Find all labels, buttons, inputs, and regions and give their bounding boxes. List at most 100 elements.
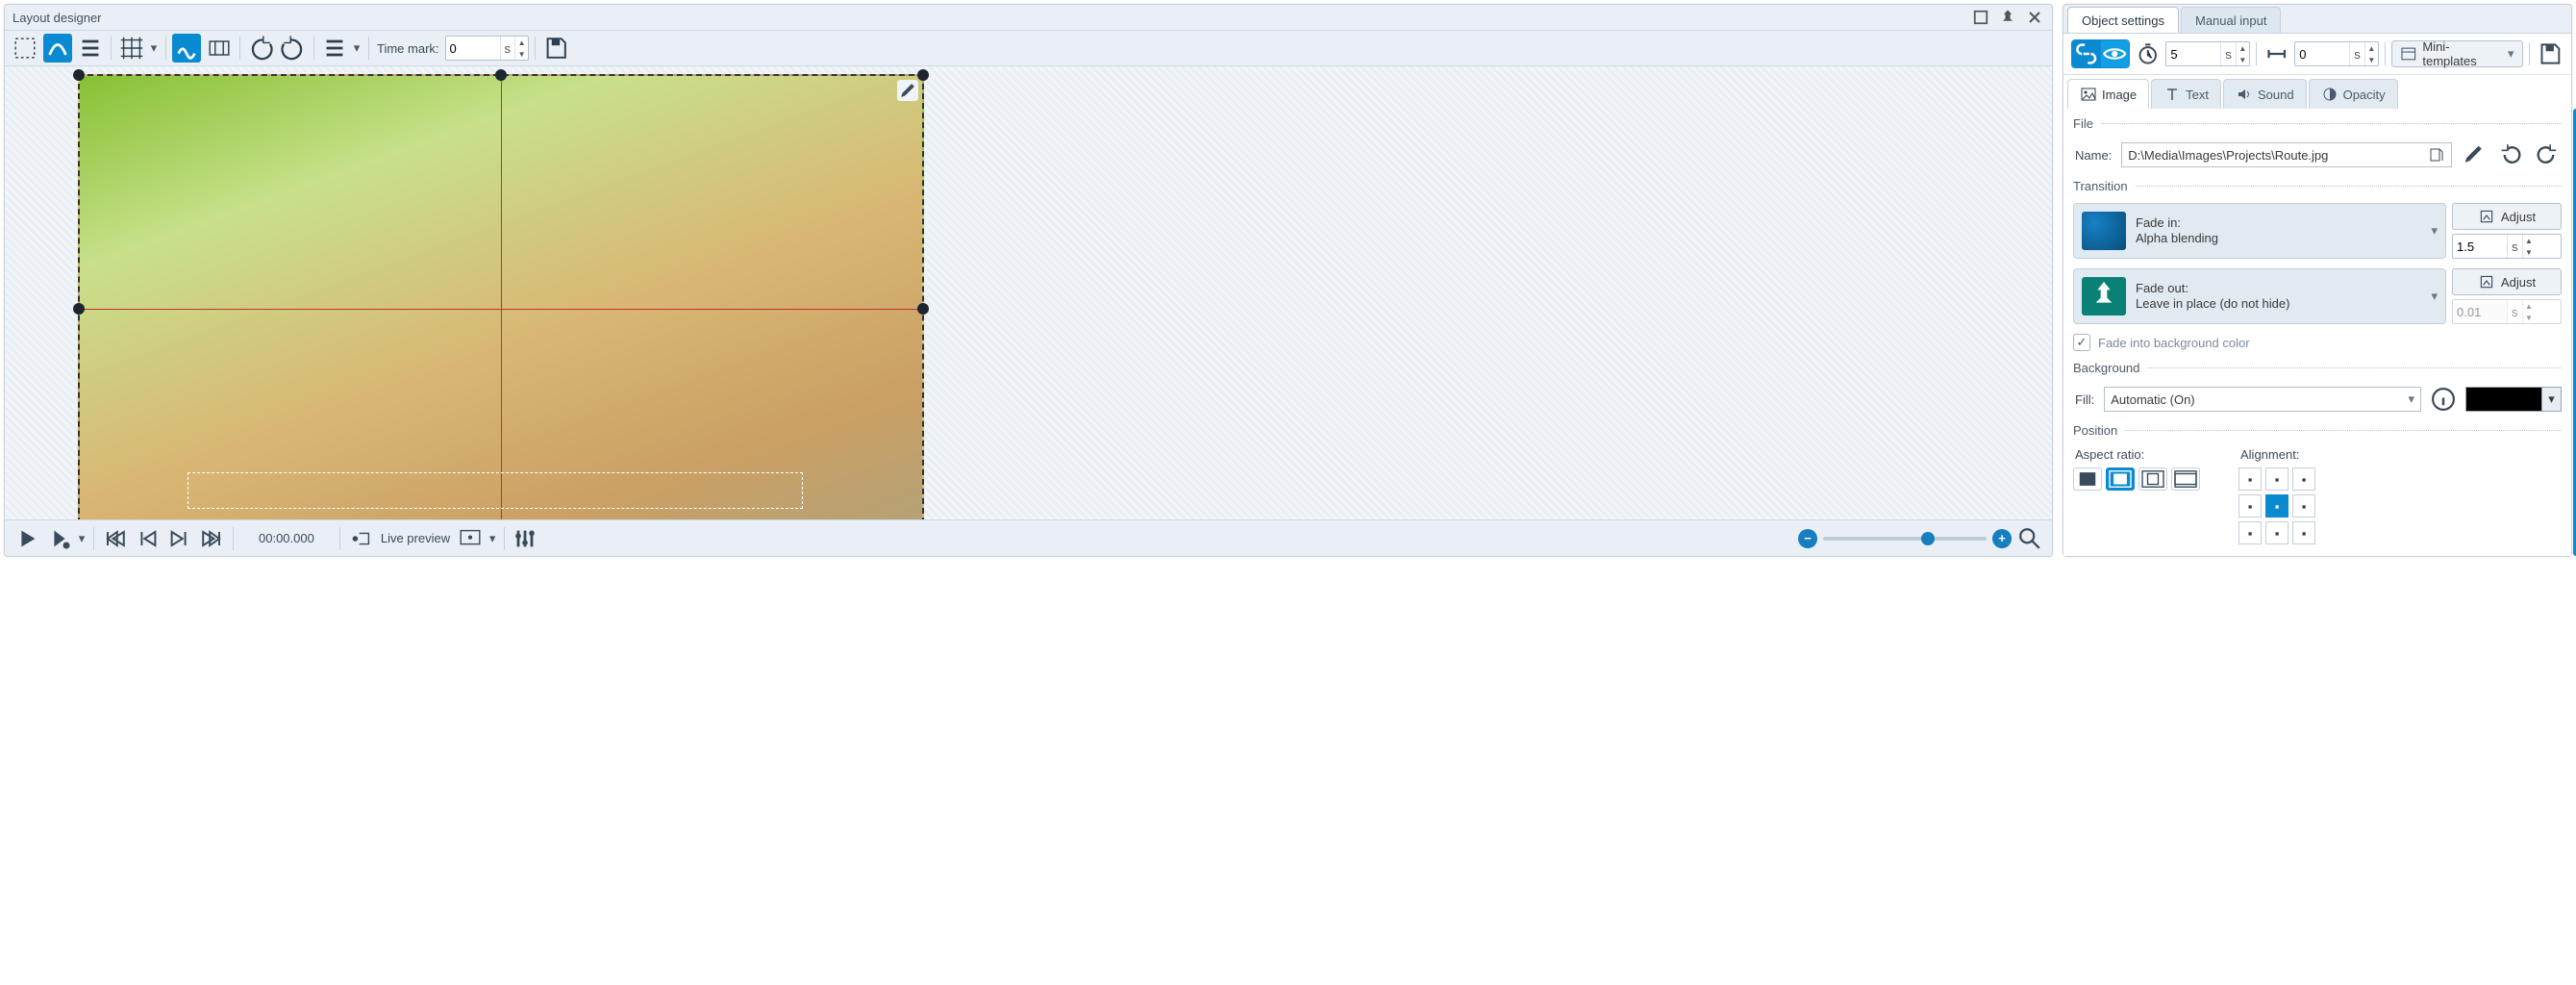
fill-select[interactable]: Automatic (On) ▾ [2104, 387, 2421, 412]
duration-field[interactable] [2166, 45, 2220, 63]
resize-handle[interactable] [917, 69, 929, 81]
align-tr[interactable]: ▪ [2292, 467, 2315, 491]
time-mark-field[interactable] [446, 39, 500, 58]
rotate-left-button[interactable] [246, 34, 275, 63]
save-button[interactable] [541, 34, 570, 63]
grid-dropdown[interactable]: ▾ [148, 40, 160, 56]
play-options-dropdown[interactable]: ▾ [76, 531, 88, 546]
spin-down-icon[interactable]: ▼ [515, 48, 528, 60]
play-from-button[interactable] [45, 524, 74, 553]
edit-object-icon[interactable] [897, 80, 918, 101]
preview-window-button[interactable] [456, 524, 485, 553]
preview-dropdown[interactable]: ▾ [487, 531, 498, 546]
rotate-right-button[interactable] [279, 34, 308, 63]
frame-button[interactable] [205, 34, 234, 63]
fade-bg-checkbox[interactable]: ✓ [2073, 334, 2090, 351]
resize-handle[interactable] [73, 69, 85, 81]
fade-out-duration[interactable]: s ▲▼ [2452, 299, 2562, 324]
snap-button[interactable] [172, 34, 201, 63]
tab-opacity[interactable]: Opacity [2309, 79, 2398, 109]
zoom-fit-button[interactable] [2015, 524, 2044, 553]
fade-in-select[interactable]: Fade in: Alpha blending ▾ [2073, 203, 2446, 259]
spin-down-icon[interactable]: ▼ [2237, 54, 2249, 65]
fill-info-button[interactable] [2429, 385, 2458, 414]
resize-handle[interactable] [73, 303, 85, 315]
fade-out-adjust-button[interactable]: Adjust [2452, 268, 2562, 295]
align-center[interactable]: ▪ [2265, 494, 2288, 518]
spin-down-icon[interactable]: ▼ [2523, 246, 2536, 258]
fade-out-select[interactable]: Fade out: Leave in place (do not hide) ▾ [2073, 268, 2446, 324]
link-visibility-toggle[interactable] [2071, 39, 2130, 68]
bg-color-picker[interactable]: ▾ [2465, 387, 2562, 412]
spin-up-icon[interactable]: ▲ [2523, 235, 2536, 246]
duration-input[interactable]: s ▲▼ [2165, 41, 2250, 66]
align-tc[interactable]: ▪ [2265, 467, 2288, 491]
zoom-out-button[interactable]: − [1798, 529, 1817, 548]
aspect-fit[interactable] [2138, 467, 2167, 491]
aspect-keep[interactable] [2073, 467, 2102, 491]
resize-handle[interactable] [495, 69, 507, 81]
live-preview-icon[interactable] [346, 524, 375, 553]
edit-file-button[interactable] [2460, 140, 2488, 169]
align-br[interactable]: ▪ [2292, 521, 2315, 544]
fade-in-adjust-button[interactable]: Adjust [2452, 203, 2562, 230]
section-position: Position [2073, 423, 2117, 438]
aspect-stretch[interactable] [2171, 467, 2200, 491]
list-tool-button[interactable] [76, 34, 105, 63]
spin-up-icon[interactable]: ▲ [2365, 42, 2378, 54]
tab-manual-input[interactable]: Manual input [2181, 7, 2281, 34]
layout-canvas[interactable] [5, 66, 2052, 519]
path-tool-button[interactable] [43, 34, 72, 63]
save-settings-button[interactable] [2536, 39, 2563, 68]
step-back-button[interactable] [133, 524, 162, 553]
aspect-crop[interactable] [2106, 467, 2135, 491]
stacking-dropdown[interactable]: ▾ [351, 40, 363, 56]
name-input[interactable]: D:\Media\Images\Projects\Route.jpg [2121, 142, 2452, 167]
chevron-down-icon[interactable]: ▾ [2542, 387, 2562, 412]
grid-button[interactable] [117, 34, 146, 63]
play-button[interactable] [13, 524, 41, 553]
resize-handle[interactable] [917, 303, 929, 315]
eye-icon[interactable] [2100, 40, 2128, 67]
align-ml[interactable]: ▪ [2238, 494, 2262, 518]
playhead-time: 00:00.000 [239, 531, 334, 545]
fade-in-field[interactable] [2453, 238, 2507, 256]
tab-image[interactable]: Image [2067, 79, 2149, 109]
tab-object-settings[interactable]: Object settings [2067, 7, 2179, 34]
link-icon[interactable] [2072, 40, 2100, 67]
spin-up-icon[interactable]: ▲ [2237, 42, 2249, 54]
zoom-slider[interactable] [1823, 537, 1987, 541]
adjust-icon [2478, 208, 2495, 225]
align-bc[interactable]: ▪ [2265, 521, 2288, 544]
skip-start-button[interactable] [100, 524, 129, 553]
spin-up-icon[interactable]: ▲ [515, 37, 528, 48]
align-mr[interactable]: ▪ [2292, 494, 2315, 518]
rotate-ccw-button[interactable] [2496, 140, 2525, 169]
equalizer-button[interactable] [511, 524, 539, 553]
skip-end-button[interactable] [198, 524, 227, 553]
time-mark-input[interactable]: s ▲▼ [445, 36, 530, 61]
fade-in-duration[interactable]: s ▲▼ [2452, 234, 2562, 259]
name-label: Name: [2073, 148, 2113, 163]
alignment-grid[interactable]: ▪ ▪ ▪ ▪ ▪ ▪ ▪ ▪ ▪ [2238, 467, 2315, 544]
spin-down-icon[interactable]: ▼ [2365, 54, 2378, 65]
mini-templates-select[interactable]: Mini-templates ▾ [2391, 40, 2523, 67]
offset-input[interactable]: s ▲▼ [2294, 41, 2379, 66]
step-forward-button[interactable] [165, 524, 194, 553]
chevron-down-icon: ▾ [2508, 46, 2514, 62]
tab-text[interactable]: Text [2151, 79, 2221, 109]
close-icon[interactable] [2025, 8, 2044, 27]
pin-icon[interactable] [1998, 8, 2017, 27]
maximize-icon[interactable] [1971, 8, 1990, 27]
caption-placeholder[interactable] [188, 472, 803, 509]
tab-sound[interactable]: Sound [2223, 79, 2307, 109]
select-tool-button[interactable] [11, 34, 39, 63]
zoom-in-button[interactable]: + [1992, 529, 2012, 548]
rotate-cw-button[interactable] [2533, 140, 2562, 169]
offset-field[interactable] [2295, 45, 2349, 63]
align-bl[interactable]: ▪ [2238, 521, 2262, 544]
align-tl[interactable]: ▪ [2238, 467, 2262, 491]
stacking-button[interactable] [320, 34, 349, 63]
zoom-slider-thumb[interactable] [1921, 532, 1935, 545]
browse-file-icon[interactable] [2428, 146, 2445, 164]
